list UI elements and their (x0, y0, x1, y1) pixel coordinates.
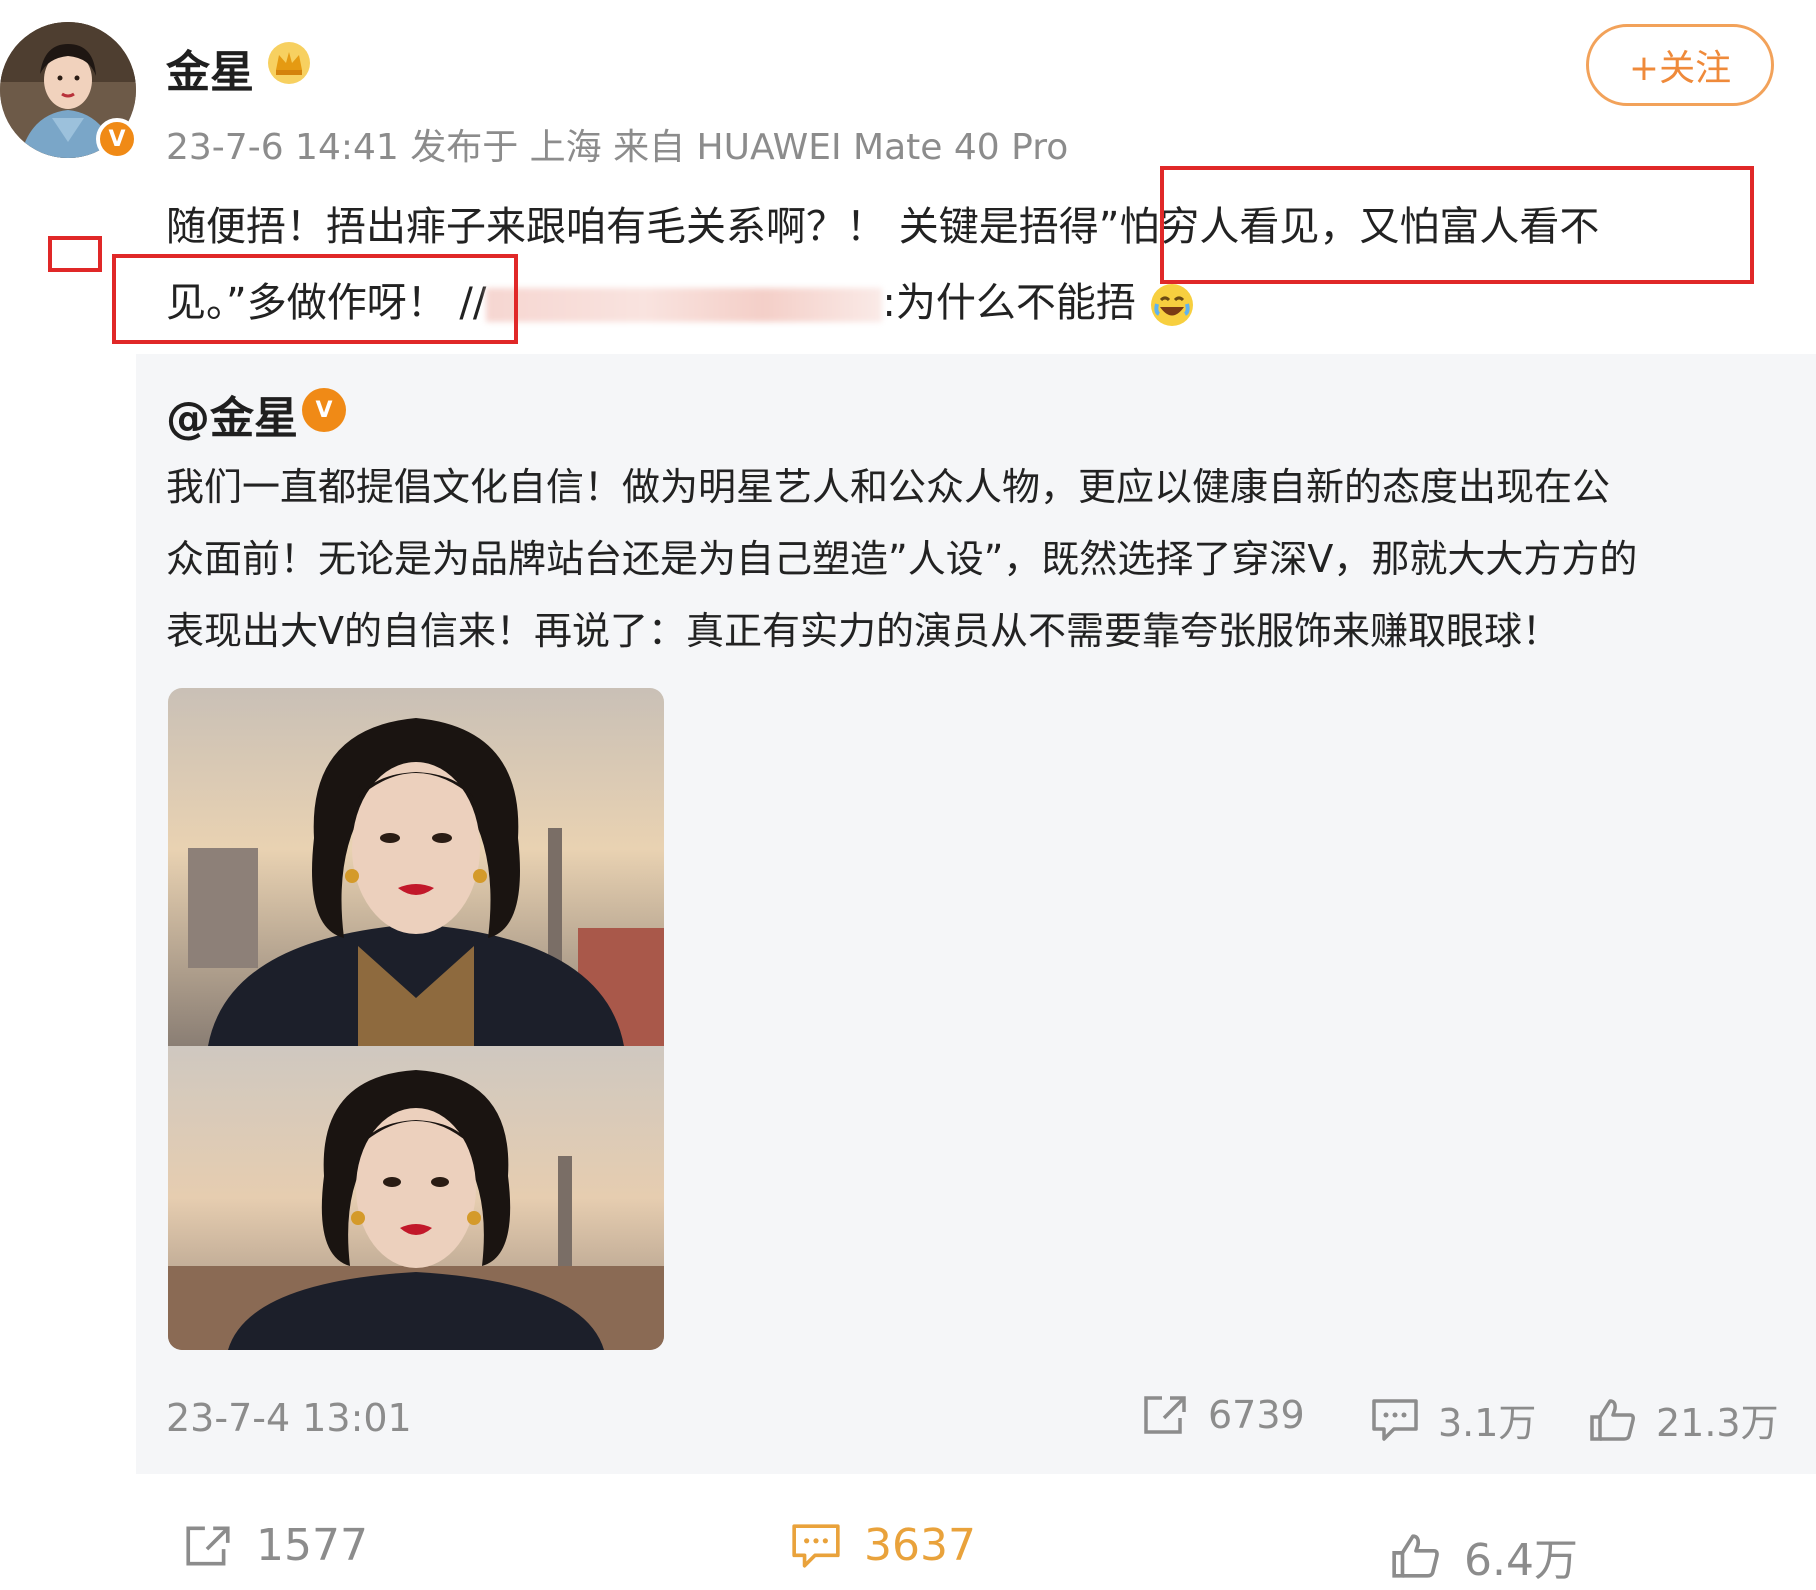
highlight-box-2 (112, 254, 518, 344)
repost-comment-button[interactable]: 3.1万 (1370, 1392, 1536, 1447)
share-button[interactable]: 1577 (182, 1520, 368, 1571)
post-meta: 23-7-6 14:41 发布于 上海 来自 HUAWEI Mate 40 Pr… (166, 127, 1069, 168)
highlight-box-1 (1160, 166, 1754, 284)
like-count: 6.4万 (1464, 1535, 1578, 1586)
repost-image-1[interactable] (168, 688, 664, 1046)
like-button[interactable]: 6.4万 (1390, 1524, 1578, 1588)
share-count: 1577 (256, 1520, 368, 1571)
blurred-username (486, 288, 883, 322)
repost-image-2[interactable] (168, 1046, 664, 1350)
repost-timestamp: 23-7-4 13:01 (166, 1396, 412, 1440)
comment-button[interactable]: 3637 (790, 1520, 976, 1571)
repost-text-line-3: 表现出大V的自信来！再说了：真正有实力的演员从不需要靠夸张服饰来赚取眼球！ (166, 609, 1560, 653)
repost-author[interactable]: @金星 (166, 382, 298, 446)
highlight-box-small (48, 236, 102, 272)
repost-text-line-1: 我们一直都提倡文化自信！做为明星艺人和公众人物，更应以健康自新的态度出现在公 (166, 465, 1611, 509)
repost-share-button[interactable]: 6739 (1140, 1392, 1305, 1438)
comment-icon (792, 1523, 840, 1568)
repost-verified-icon: V (302, 388, 346, 432)
share-icon (1144, 1396, 1186, 1434)
follow-button[interactable]: +关注 (1586, 24, 1774, 106)
post-text-line-2-end: :为什么不能捂 (882, 280, 1136, 326)
thumbs-up-icon (1590, 1398, 1635, 1441)
author-name[interactable]: 金星 (166, 36, 254, 100)
repost-like-button[interactable]: 21.3万 (1588, 1392, 1779, 1447)
verified-badge-icon: V (96, 118, 138, 160)
comment-icon (1372, 1398, 1418, 1441)
laughing-emoji-icon (1150, 284, 1193, 326)
thumbs-up-icon (1392, 1534, 1439, 1578)
repost-share-count: 6739 (1208, 1393, 1305, 1437)
share-icon (186, 1526, 230, 1565)
comment-count: 3637 (864, 1520, 976, 1571)
crown-badge-icon (266, 40, 312, 86)
repost-like-count: 21.3万 (1656, 1401, 1779, 1445)
repost-comment-count: 3.1万 (1438, 1401, 1537, 1445)
repost-text-line-2: 众面前！无论是为品牌站台还是为自己塑造”人设”，既然选择了穿深V，那就大大方方的 (166, 537, 1638, 581)
